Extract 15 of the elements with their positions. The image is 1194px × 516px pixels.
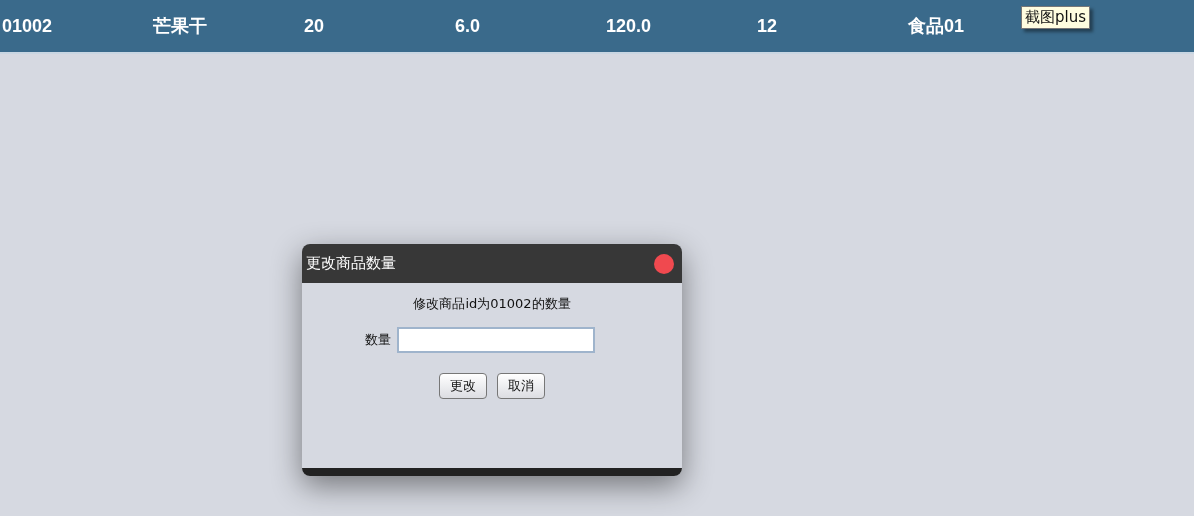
table-cell-text: 01002 <box>1 15 53 37</box>
table-cell-text: 20 <box>303 15 325 37</box>
quantity-field[interactable] <box>397 327 595 353</box>
dialog-title: 更改商品数量 <box>306 254 396 273</box>
tooltip: 截图plus <box>1021 6 1090 29</box>
dialog-button[interactable]: 取消 <box>497 373 545 399</box>
table-cell-text: 120.0 <box>605 15 652 37</box>
close-icon[interactable] <box>654 253 674 274</box>
dialog-message: 修改商品id为01002的数量 <box>413 295 571 313</box>
table-cell-text: 6.0 <box>454 15 481 37</box>
field-label: 数量 <box>365 331 391 349</box>
table-cell-text: 食品01 <box>907 15 965 38</box>
dialog-button[interactable]: 更改 <box>439 373 487 399</box>
table-cell-text: 12 <box>756 15 778 37</box>
table-cell-text: 芒果干 <box>152 15 207 38</box>
